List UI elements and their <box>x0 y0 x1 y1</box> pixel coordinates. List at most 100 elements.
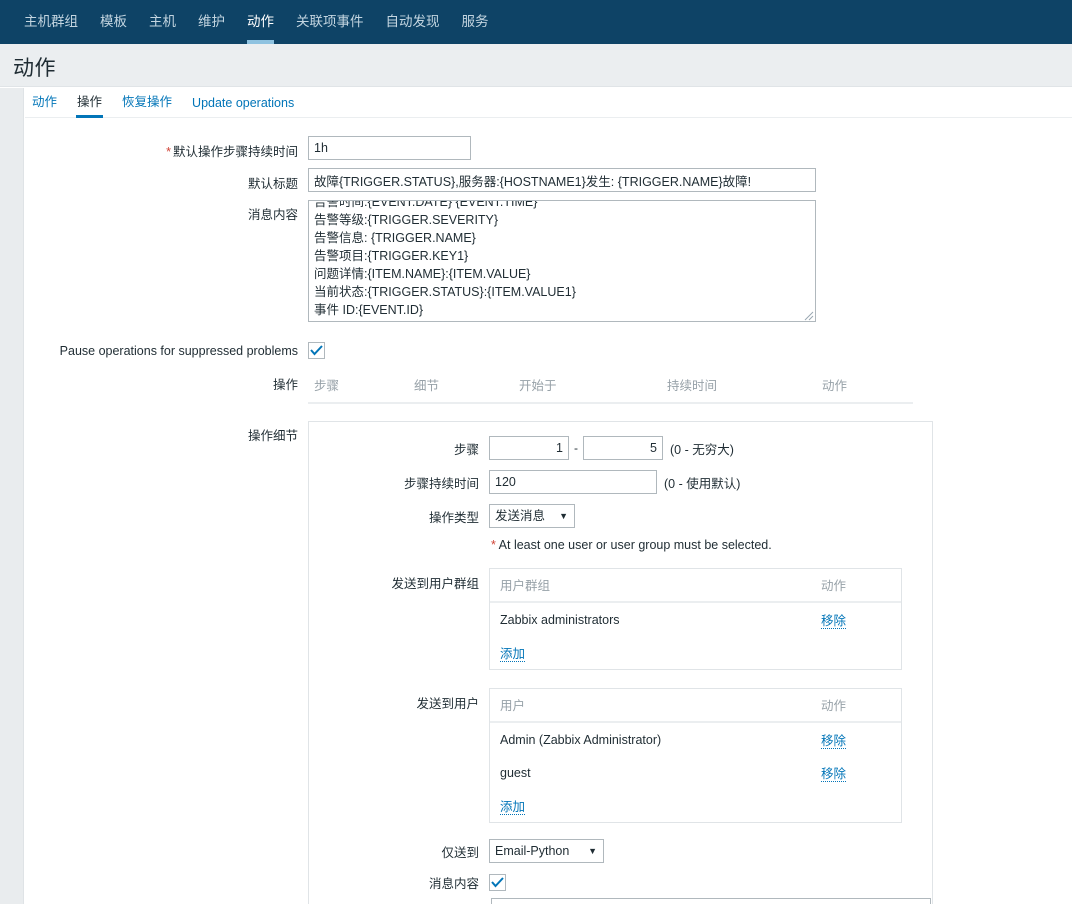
operation-type-select-wrapper: 发送消息 ▼ <box>489 504 575 528</box>
nav-item-correlation-events[interactable]: 关联项事件 <box>285 0 375 44</box>
user-groups-table: 用户群组 动作 Zabbix administrators 移除 添加 <box>490 569 901 669</box>
step-from-input[interactable] <box>489 436 569 460</box>
remove-user-link[interactable]: 移除 <box>821 767 847 782</box>
message-body-label: 消息内容 <box>247 208 298 222</box>
operation-details-label: 操作细节 <box>247 429 298 443</box>
table-row: Admin (Zabbix Administrator) 移除 <box>490 722 901 756</box>
custom-message-label: 消息内容 <box>428 877 479 891</box>
steps-hint: (0 - 无穷大) <box>670 442 734 457</box>
operations-col-step: 步骤 <box>308 369 408 404</box>
users-header-row: 用户 动作 <box>490 689 901 723</box>
step-to-input[interactable] <box>583 436 663 460</box>
add-user-group-link[interactable]: 添加 <box>500 647 526 662</box>
user-groups-header-row: 用户群组 动作 <box>490 569 901 603</box>
operation-details-panel: 步骤 - (0 - 无穷大) 步骤持续时间 (0 - 使用默认) 操作类型 <box>308 421 933 904</box>
nav-item-label: 服务 <box>461 14 489 29</box>
default-subject-input[interactable] <box>308 168 816 192</box>
field-row-default-step-duration: * 默认操作步骤持续时间 <box>25 136 1072 160</box>
row-operation-type: 操作类型 发送消息 ▼ <box>309 504 932 528</box>
remove-user-link[interactable]: 移除 <box>821 734 847 749</box>
send-to-users-label: 发送到用户 <box>416 697 479 711</box>
page-title: 动作 <box>13 57 56 80</box>
add-row: 添加 <box>490 789 901 822</box>
nav-item-host-groups[interactable]: 主机群组 <box>13 0 89 44</box>
tab-label: 动作 <box>32 95 58 109</box>
table-row: Zabbix administrators 移除 <box>490 602 901 636</box>
default-step-duration-label: * 默认操作步骤持续时间 <box>166 145 298 159</box>
step-duration-hint: (0 - 使用默认) <box>664 476 741 491</box>
nav-item-discovery[interactable]: 自动发现 <box>375 0 451 44</box>
row-send-only-to: 仅送到 Email-Python ▼ <box>309 839 932 863</box>
users-box: 用户 动作 Admin (Zabbix Administrator) 移除 gu… <box>489 688 902 823</box>
content-card: 动作 操作 恢复操作 Update operations * 默认操作步骤持续时间… <box>25 88 1072 904</box>
tab-label: 恢复操作 <box>122 95 173 109</box>
checkmark-icon <box>310 345 323 356</box>
user-name: guest <box>500 765 531 780</box>
field-row-operations-table: 操作 步骤 细节 开始于 持续时间 动作 <box>25 369 1072 404</box>
tab-label: Update operations <box>192 96 295 110</box>
send-to-user-groups-label: 发送到用户群组 <box>391 577 479 591</box>
add-user-cell: 添加 <box>490 789 901 822</box>
users-col-action: 动作 <box>811 689 901 723</box>
form-tabs: 动作 操作 恢复操作 Update operations <box>25 88 1072 118</box>
nav-item-label: 维护 <box>198 14 225 29</box>
user-group-name: Zabbix administrators <box>500 612 620 627</box>
user-groups-col-action: 动作 <box>811 569 901 603</box>
send-only-to-label: 仅送到 <box>441 845 479 860</box>
operation-type-select[interactable]: 发送消息 <box>489 504 575 528</box>
custom-message-checkbox[interactable] <box>489 874 506 891</box>
top-navigation-bar: 主机群组 模板 主机 维护 动作 关联项事件 自动发现 服务 <box>0 0 1072 44</box>
user-groups-box: 用户群组 动作 Zabbix administrators 移除 添加 <box>489 568 902 670</box>
user-action-cell: 移除 <box>811 756 901 789</box>
nav-item-label: 模板 <box>100 14 127 29</box>
checkmark-icon <box>491 877 504 888</box>
step-duration-label: 步骤持续时间 <box>403 476 479 491</box>
operations-table: 步骤 细节 开始于 持续时间 动作 <box>308 369 913 404</box>
tab-recovery-operations[interactable]: 恢复操作 <box>112 91 182 117</box>
row-send-to-users: 发送到用户 用户 动作 Admin (Zabbix Administrator)… <box>309 688 932 823</box>
left-gutter <box>0 88 24 904</box>
default-subject-label: 默认标题 <box>247 177 298 191</box>
row-send-to-user-groups: 发送到用户群组 用户群组 动作 Zabbix administrators 移除… <box>309 568 932 670</box>
nav-item-maintenance[interactable]: 维护 <box>187 0 236 44</box>
table-row: guest 移除 <box>490 756 901 789</box>
user-group-action-cell: 移除 <box>811 602 901 636</box>
tab-label: 操作 <box>77 95 103 109</box>
tab-update-operations[interactable]: Update operations <box>182 96 304 117</box>
tab-action[interactable]: 动作 <box>25 91 67 117</box>
row-steps: 步骤 - (0 - 无穷大) <box>309 436 932 460</box>
operations-label: 操作 <box>272 378 298 392</box>
default-step-duration-input[interactable] <box>308 136 471 160</box>
field-row-message-body: 消息内容 告警时间:{EVENT.DATE} {EVENT.TIME} 告警等级… <box>25 200 1072 325</box>
nav-item-templates[interactable]: 模板 <box>89 0 138 44</box>
send-only-to-select-wrapper: Email-Python ▼ <box>489 839 604 863</box>
nav-item-label: 自动发现 <box>385 14 440 29</box>
required-marker: * <box>166 145 171 159</box>
step-duration-input[interactable] <box>489 470 657 494</box>
field-row-default-subject: 默认标题 <box>25 168 1072 192</box>
nav-item-label: 主机群组 <box>24 14 78 29</box>
row-step-duration: 步骤持续时间 (0 - 使用默认) <box>309 470 932 494</box>
send-only-to-select[interactable]: Email-Python <box>489 839 604 863</box>
message-body-textarea[interactable]: 告警时间:{EVENT.DATE} {EVENT.TIME} 告警等级:{TRI… <box>308 200 816 322</box>
nav-item-services[interactable]: 服务 <box>451 0 500 44</box>
steps-label: 步骤 <box>453 442 479 457</box>
nav-item-hosts[interactable]: 主机 <box>138 0 187 44</box>
operations-col-details: 细节 <box>408 369 513 404</box>
remove-user-group-link[interactable]: 移除 <box>821 614 847 629</box>
users-col-name: 用户 <box>490 689 811 723</box>
main-menu: 主机群组 模板 主机 维护 动作 关联项事件 自动发现 服务 <box>0 0 1072 44</box>
custom-subject-input-partial[interactable] <box>491 898 931 904</box>
operations-form: *默认操作步骤持续时间 默认标题 消息内容 告警时间:{EVENT.DATE} … <box>25 118 1072 904</box>
page-title-band <box>0 44 1072 87</box>
pause-suppressed-checkbox[interactable] <box>308 342 325 359</box>
user-action-cell: 移除 <box>811 722 901 756</box>
operation-type-label: 操作类型 <box>428 510 479 525</box>
steps-separator: - <box>574 441 578 455</box>
operations-col-start-in: 开始于 <box>513 369 661 404</box>
tab-operations[interactable]: 操作 <box>67 91 112 118</box>
add-user-link[interactable]: 添加 <box>500 800 526 815</box>
user-name: Admin (Zabbix Administrator) <box>500 732 662 747</box>
nav-item-actions[interactable]: 动作 <box>236 0 285 44</box>
row-custom-message: 消息内容 <box>309 873 932 892</box>
